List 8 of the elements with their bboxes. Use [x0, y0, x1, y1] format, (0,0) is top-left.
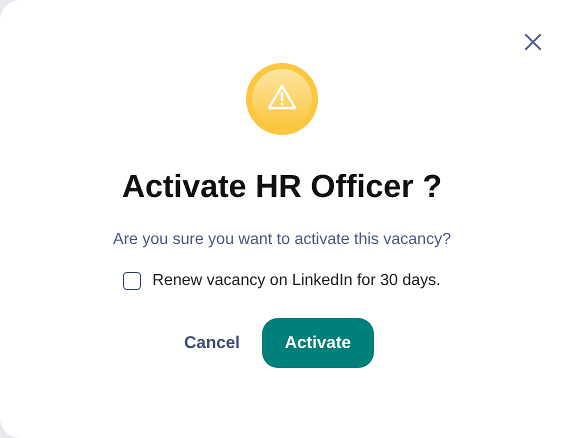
checkbox-label: Renew vacancy on LinkedIn for 30 days. [152, 272, 441, 290]
warning-icon [245, 62, 319, 136]
confirmation-message: Are you sure you want to activate this vacancy? [113, 231, 451, 249]
cancel-button[interactable]: Cancel [182, 327, 242, 359]
activate-button[interactable]: Activate [262, 318, 374, 368]
checkbox[interactable] [123, 272, 142, 290]
dialog-title: Activate HR Officer ? [122, 168, 442, 205]
close-icon[interactable] [524, 33, 542, 51]
